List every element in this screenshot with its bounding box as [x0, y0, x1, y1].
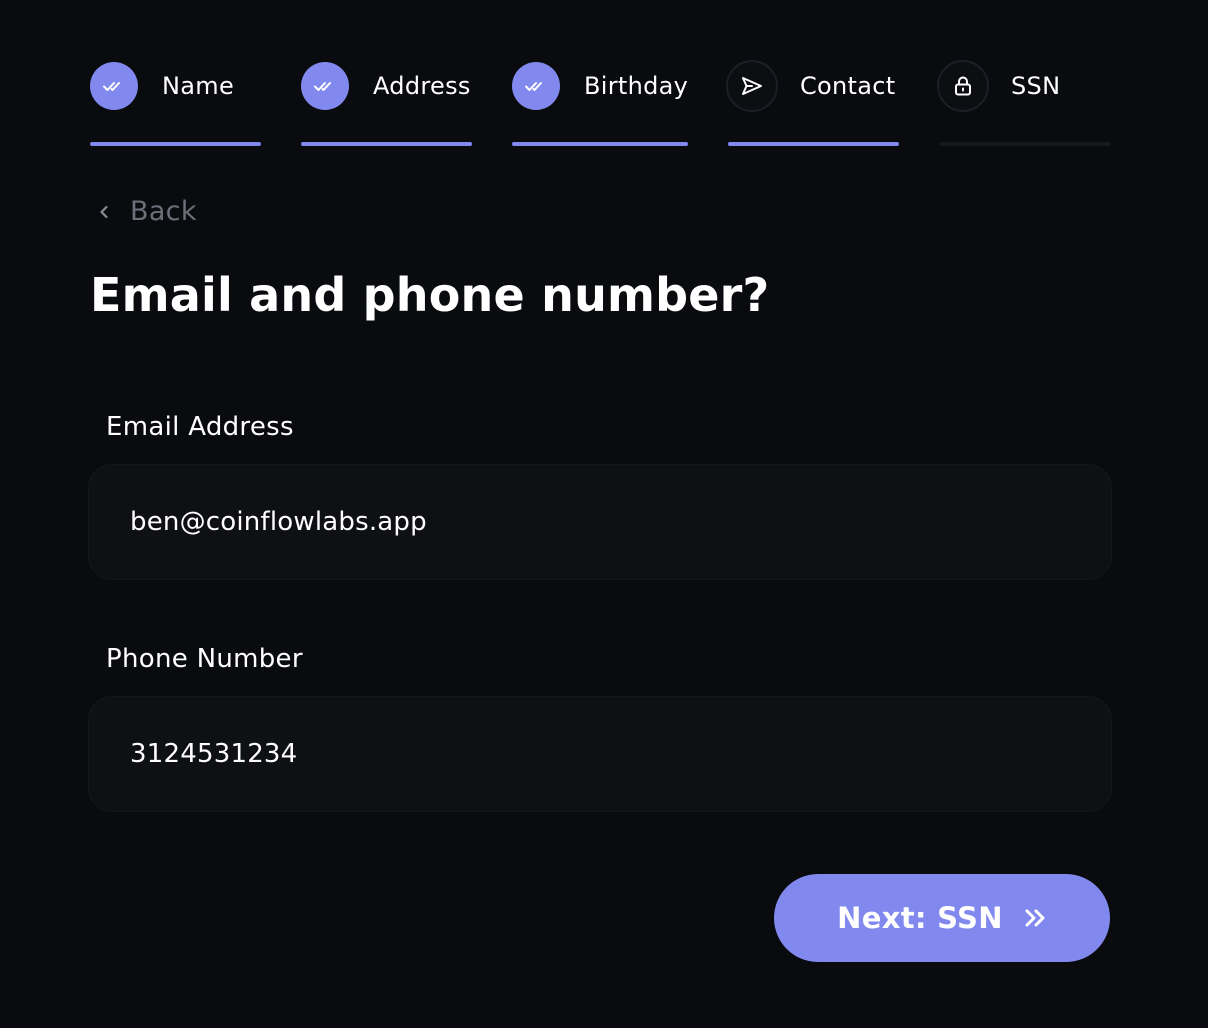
- contact-step-page: Name Address Birthday Contact SSN Back E…: [0, 0, 1208, 1028]
- step-progress-bar: [90, 142, 261, 146]
- step-progress-bar: [301, 142, 472, 146]
- step-progress-bar: [728, 142, 899, 146]
- chevrons-right-icon: [1023, 908, 1047, 928]
- chevron-left-icon: [94, 202, 114, 222]
- back-label: Back: [130, 196, 197, 227]
- step-label: SSN: [1011, 72, 1061, 100]
- double-check-icon: [90, 62, 138, 110]
- step-progress-bar: [939, 142, 1110, 146]
- step-label: Contact: [800, 72, 896, 100]
- next-button-label: Next: SSN: [837, 901, 1003, 935]
- step-label: Address: [373, 72, 471, 100]
- phone-field[interactable]: [88, 696, 1112, 812]
- email-field[interactable]: [88, 464, 1112, 580]
- step-label: Birthday: [584, 72, 689, 100]
- step-ssn[interactable]: SSN: [937, 58, 1110, 148]
- phone-label: Phone Number: [106, 644, 303, 674]
- step-contact[interactable]: Contact: [726, 58, 899, 148]
- back-button[interactable]: Back: [94, 196, 197, 227]
- step-progress-bar: [512, 142, 688, 146]
- double-check-icon: [301, 62, 349, 110]
- email-label: Email Address: [106, 412, 294, 442]
- next-button[interactable]: Next: SSN: [774, 874, 1110, 962]
- step-birthday[interactable]: Birthday: [512, 58, 688, 148]
- lock-icon: [937, 60, 989, 112]
- progress-stepper: Name Address Birthday Contact SSN: [90, 58, 1110, 148]
- step-address[interactable]: Address: [301, 58, 472, 148]
- double-check-icon: [512, 62, 560, 110]
- page-title: Email and phone number?: [90, 268, 770, 322]
- step-label: Name: [162, 72, 235, 100]
- step-name[interactable]: Name: [90, 58, 261, 148]
- send-icon: [726, 60, 778, 112]
